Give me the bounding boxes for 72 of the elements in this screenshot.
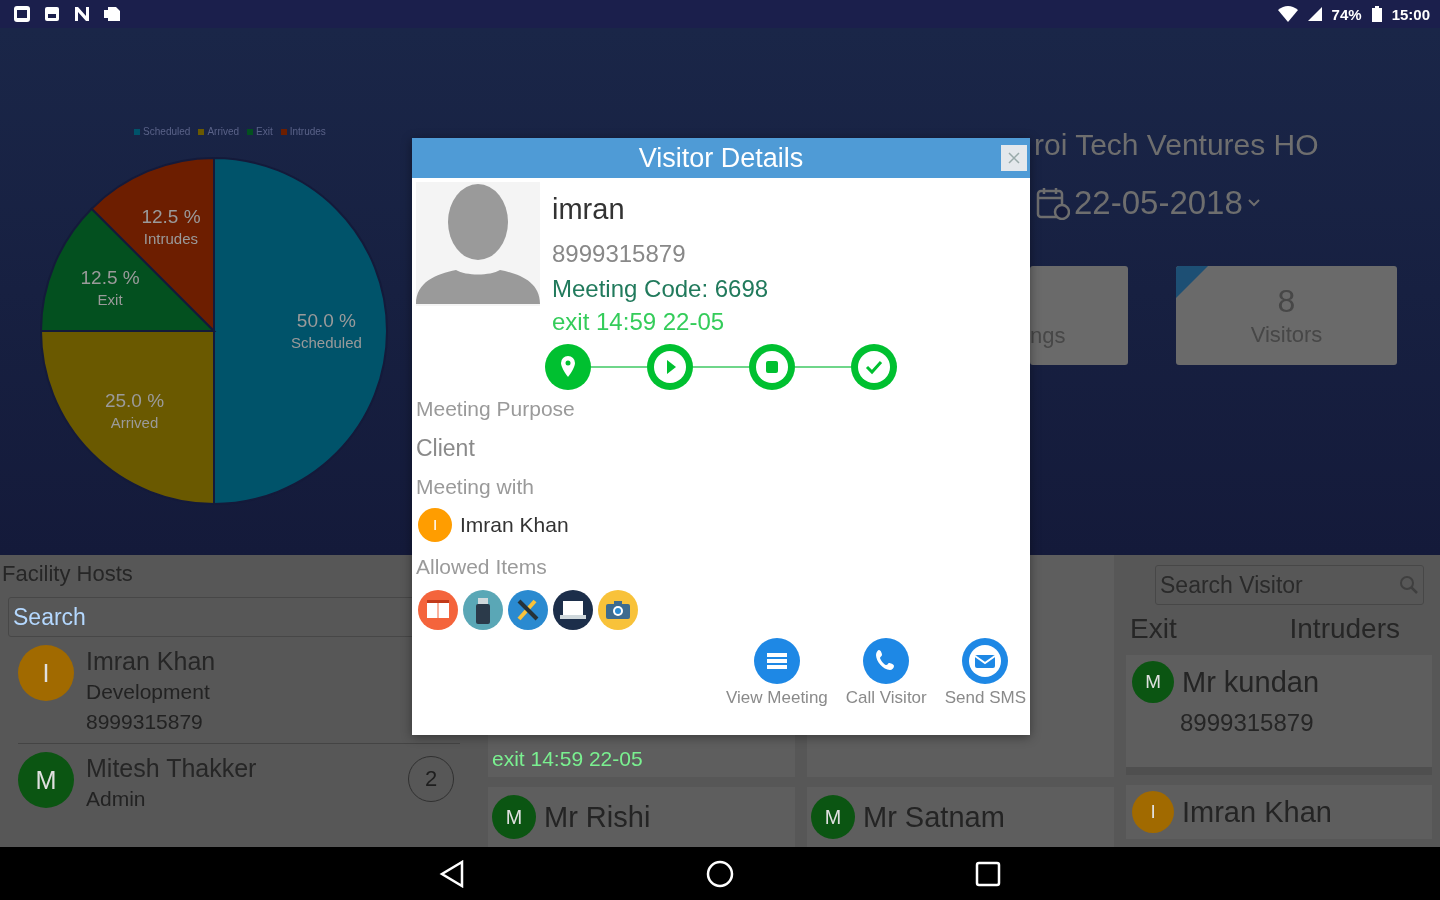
list-icon	[753, 638, 800, 684]
notification-icon	[42, 4, 62, 24]
close-icon	[1007, 151, 1021, 165]
recents-icon[interactable]	[975, 860, 1001, 887]
visitor-name: Mr Satnam	[863, 800, 1005, 834]
phone-icon	[863, 638, 910, 684]
tools-icon	[508, 590, 548, 630]
field-label: Allowed Items	[416, 554, 548, 580]
visitor-phone: 8999315879	[552, 239, 687, 269]
visitor-card[interactable]: I Imran Khan	[1126, 785, 1432, 839]
usb-drive-icon	[463, 590, 503, 630]
visitor-name: imran	[552, 192, 626, 227]
date-selector[interactable]: 22-05-2018	[1074, 184, 1243, 222]
chevron-down-icon	[1246, 198, 1261, 208]
search-icon	[1399, 575, 1419, 595]
signal-icon	[1307, 7, 1322, 21]
play-icon	[647, 344, 693, 390]
mail-icon	[962, 638, 1009, 684]
clock: 15:00	[1391, 5, 1430, 23]
field-value: Client	[416, 434, 476, 463]
legend-item: Scheduled	[134, 126, 191, 137]
legend-item: Intrudes	[280, 126, 326, 137]
slice-value: 12.5 %	[141, 206, 201, 228]
field-label: Meeting Purpose	[416, 396, 576, 422]
meeting-code: Meeting Code: 6698	[552, 274, 769, 304]
visitor-name: Imran Khan	[1182, 795, 1332, 829]
camera-icon	[598, 590, 638, 630]
organization-title: roi Tech Ventures HO	[1034, 128, 1320, 162]
battery-icon	[1371, 6, 1382, 22]
avatar: M	[1132, 661, 1174, 703]
avatar: I	[1132, 791, 1174, 833]
notification-icon	[72, 4, 92, 24]
visit-status: exit 14:59 22-05	[552, 307, 726, 337]
stop-icon	[749, 344, 795, 390]
dialog-title: Visitor Details	[638, 142, 804, 174]
slice-value: 50.0 %	[296, 310, 357, 331]
location-pin-icon	[545, 344, 591, 390]
meeting-status: exit 14:59 22-05	[492, 747, 643, 771]
slice-value: 25.0 %	[104, 389, 165, 411]
avatar: M	[18, 752, 74, 808]
action-button[interactable]: Call Visitor	[845, 638, 927, 708]
checkmark-icon	[851, 344, 897, 390]
slice-label: Intrudes	[143, 230, 199, 248]
field-label: Meeting with	[416, 474, 535, 500]
avatar: I	[418, 508, 452, 542]
visitor-card[interactable]: M Mr kundan 8999315879	[1126, 655, 1432, 775]
home-icon[interactable]	[705, 858, 735, 889]
legend-item: Arrived	[198, 126, 240, 137]
legend-item: Exit	[247, 126, 273, 137]
visitor-name: Mr kundan	[1182, 665, 1319, 699]
avatar: I	[18, 645, 74, 701]
wifi-icon	[1277, 6, 1298, 22]
meeting-card[interactable]: M Mr Satnam	[807, 787, 1114, 847]
calendar-icon	[1036, 186, 1070, 220]
battery-percentage: 74%	[1331, 5, 1362, 23]
notification-icon	[102, 4, 122, 24]
book-icon	[418, 590, 458, 630]
laptop-icon	[553, 590, 593, 630]
avatar: M	[492, 795, 536, 839]
visitor-name: Mr Rishi	[544, 800, 651, 834]
meeting-card[interactable]: M Mr Rishi	[488, 787, 795, 847]
back-icon[interactable]	[439, 859, 465, 888]
slice-label: Exit	[97, 290, 123, 308]
avatar: M	[811, 795, 855, 839]
host-name: Imran Khan	[460, 513, 569, 537]
visitor-phone: 8999315879	[1180, 709, 1315, 737]
action-button[interactable]: Send SMS	[944, 638, 1026, 708]
notification-icon	[12, 4, 32, 24]
action-button[interactable]: View Meeting	[726, 638, 828, 708]
slice-label: Arrived	[110, 413, 159, 431]
slice-label: Scheduled	[291, 334, 362, 351]
slice-value: 12.5 %	[80, 266, 140, 288]
